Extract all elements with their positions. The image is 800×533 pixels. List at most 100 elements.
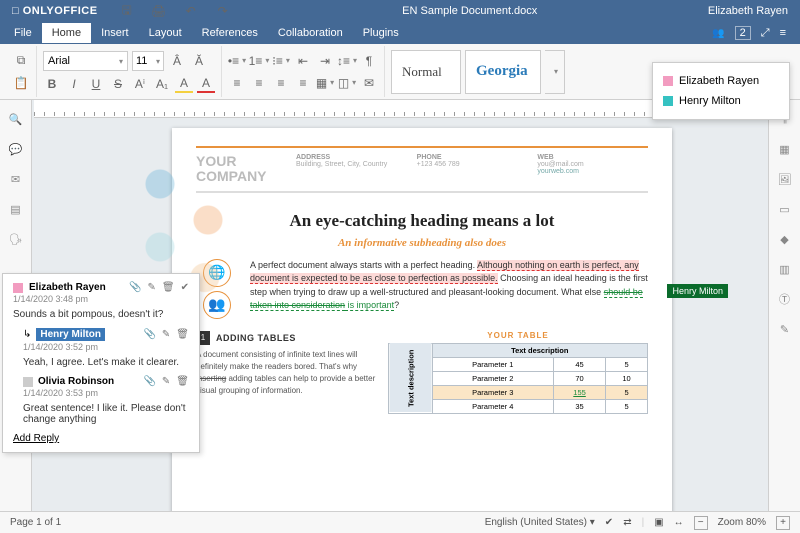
style-georgia[interactable]: Georgia bbox=[465, 50, 541, 94]
indent-icon[interactable]: ⇥ bbox=[316, 52, 334, 70]
fit-page-icon[interactable]: ▣ bbox=[654, 517, 663, 528]
delete-icon[interactable]: 🗑 bbox=[176, 329, 189, 340]
brand-logo: □ ONLYOFFICE bbox=[12, 5, 98, 17]
italic-icon[interactable]: I bbox=[65, 75, 83, 93]
open-location-icon[interactable]: ⤢ bbox=[761, 27, 770, 40]
feedback-icon[interactable]: 🗣 bbox=[7, 230, 25, 248]
add-reply-button[interactable]: Add Reply bbox=[13, 433, 189, 444]
zoom-in-button[interactable]: + bbox=[776, 516, 790, 530]
menu-bar: File Home Insert Layout References Colla… bbox=[0, 22, 800, 44]
users-icon[interactable] bbox=[712, 27, 724, 39]
search-icon[interactable]: 🔍 bbox=[7, 110, 25, 128]
reply-text: Yeah, I agree. Let's make it clearer. bbox=[23, 357, 189, 368]
clear-style-icon[interactable]: ◫ bbox=[338, 74, 356, 92]
tab-home[interactable]: Home bbox=[42, 23, 91, 43]
delete-icon[interactable]: 🗑 bbox=[176, 376, 189, 387]
comment-reply: Olivia Robinson 📎 ✎ 🗑 1/14/2020 3:53 pm … bbox=[23, 376, 189, 425]
edit-icon[interactable]: ✎ bbox=[148, 282, 156, 293]
align-justify-icon[interactable]: ≡ bbox=[294, 74, 312, 92]
track-changes-icon[interactable]: ⇄ bbox=[623, 517, 631, 528]
signature-icon[interactable]: ✎ bbox=[776, 320, 794, 338]
collab-user-name: Elizabeth Rayen bbox=[679, 75, 759, 87]
tab-layout[interactable]: Layout bbox=[139, 23, 192, 43]
align-left-icon[interactable]: ≡ bbox=[228, 74, 246, 92]
increase-font-icon[interactable]: Â bbox=[168, 52, 186, 70]
font-size-select[interactable]: 11 bbox=[132, 51, 164, 71]
underline-icon[interactable]: U bbox=[87, 75, 105, 93]
textart-settings-icon[interactable]: Ⓣ bbox=[776, 290, 794, 308]
document-page[interactable]: YOURCOMPANY ADDRESSBuilding, Street, Cit… bbox=[172, 128, 672, 511]
undo-icon[interactable]: ↶ bbox=[182, 2, 200, 20]
superscript-icon[interactable]: Aⁱ bbox=[131, 75, 149, 93]
page-indicator[interactable]: Page 1 of 1 bbox=[10, 517, 61, 528]
mailmerge-icon[interactable]: ✉ bbox=[360, 74, 378, 92]
table-area[interactable]: YOUR TABLE Text descriptionText descript… bbox=[388, 331, 648, 414]
zoom-out-button[interactable]: − bbox=[694, 516, 708, 530]
bullets-icon[interactable]: •≡ bbox=[228, 52, 246, 70]
section-paragraph[interactable]: A document consisting of infinite text l… bbox=[196, 349, 376, 397]
print-icon[interactable]: 🖨 bbox=[150, 2, 168, 20]
users-count[interactable]: 2 bbox=[735, 26, 751, 40]
document-title: EN Sample Document.docx bbox=[232, 5, 708, 17]
style-normal[interactable]: Normal bbox=[391, 50, 461, 94]
styles-dropdown[interactable] bbox=[545, 50, 565, 94]
comment-reply: ↳ Henry Milton 📎 ✎ 🗑 1/14/2020 3:52 pm Y… bbox=[23, 328, 189, 368]
chart-settings-icon[interactable]: ▥ bbox=[776, 260, 794, 278]
decrease-font-icon[interactable]: Ă bbox=[190, 52, 208, 70]
font-family-select[interactable]: Arial bbox=[43, 51, 128, 71]
user-color-swatch bbox=[663, 76, 673, 86]
resolve-icon[interactable]: ✔ bbox=[181, 282, 189, 293]
paste-icon[interactable]: 📋 bbox=[12, 74, 30, 92]
reply-author: Henry Milton bbox=[36, 328, 105, 341]
user-color-swatch bbox=[663, 96, 673, 106]
reply-time: 1/14/2020 3:52 pm bbox=[23, 342, 189, 352]
fit-width-icon[interactable]: ↔ bbox=[674, 517, 684, 528]
subscript-icon[interactable]: A₁ bbox=[153, 75, 171, 93]
outdent-icon[interactable]: ⇤ bbox=[294, 52, 312, 70]
edit-icon[interactable]: ✎ bbox=[162, 376, 170, 387]
current-user[interactable]: Elizabeth Rayen bbox=[708, 5, 788, 17]
view-settings-icon[interactable]: ≡ bbox=[780, 27, 786, 39]
collab-user-row: Elizabeth Rayen bbox=[663, 71, 779, 91]
status-bar: Page 1 of 1 English (United States) ▾ ✔ … bbox=[0, 511, 800, 533]
align-right-icon[interactable]: ≡ bbox=[272, 74, 290, 92]
align-center-icon[interactable]: ≡ bbox=[250, 74, 268, 92]
section-title[interactable]: ADDING TABLES bbox=[216, 333, 296, 343]
copy-icon[interactable]: ⧉ bbox=[12, 52, 30, 70]
tab-references[interactable]: References bbox=[192, 23, 268, 43]
zoom-level[interactable]: Zoom 80% bbox=[718, 517, 766, 528]
attach-icon[interactable]: 📎 bbox=[143, 329, 155, 340]
highlight-icon[interactable]: A bbox=[175, 75, 193, 93]
header-settings-icon[interactable]: ▭ bbox=[776, 200, 794, 218]
titlebar: □ ONLYOFFICE 🖫 🖨 ↶ ↷ EN Sample Document.… bbox=[0, 0, 800, 22]
tab-file[interactable]: File bbox=[4, 23, 42, 43]
linespacing-icon[interactable]: ↕≡ bbox=[338, 52, 356, 70]
shape-settings-icon[interactable]: ◆ bbox=[776, 230, 794, 248]
bold-icon[interactable]: B bbox=[43, 75, 61, 93]
edit-icon[interactable]: ✎ bbox=[162, 329, 170, 340]
numbering-icon[interactable]: 1≡ bbox=[250, 52, 268, 70]
navigation-icon[interactable]: ▤ bbox=[7, 200, 25, 218]
body-paragraph[interactable]: A perfect document always starts with a … bbox=[250, 259, 648, 319]
reply-text: Great sentence! I like it. Please don't … bbox=[23, 403, 189, 425]
table-title: YOUR TABLE bbox=[388, 331, 648, 340]
strike-icon[interactable]: S bbox=[109, 75, 127, 93]
image-settings-icon[interactable]: 🖼 bbox=[776, 170, 794, 188]
language-indicator[interactable]: English (United States) ▾ bbox=[485, 517, 595, 528]
nonprinting-icon[interactable]: ¶ bbox=[360, 52, 378, 70]
redo-icon[interactable]: ↷ bbox=[214, 2, 232, 20]
tab-insert[interactable]: Insert bbox=[91, 23, 139, 43]
attach-icon[interactable]: 📎 bbox=[143, 376, 155, 387]
delete-icon[interactable]: 🗑 bbox=[162, 282, 175, 293]
tab-collaboration[interactable]: Collaboration bbox=[268, 23, 353, 43]
multilevel-icon[interactable]: ⁝≡ bbox=[272, 52, 290, 70]
spellcheck-icon[interactable]: ✔ bbox=[605, 517, 613, 528]
save-icon[interactable]: 🖫 bbox=[118, 2, 136, 20]
font-color-icon[interactable]: A bbox=[197, 75, 215, 93]
attach-icon[interactable]: 📎 bbox=[129, 282, 141, 293]
tab-plugins[interactable]: Plugins bbox=[353, 23, 409, 43]
chat-icon[interactable]: ✉ bbox=[7, 170, 25, 188]
table-settings-icon[interactable]: ▦ bbox=[776, 140, 794, 158]
shading-icon[interactable]: ▦ bbox=[316, 74, 334, 92]
comments-icon[interactable]: 💬 bbox=[7, 140, 25, 158]
